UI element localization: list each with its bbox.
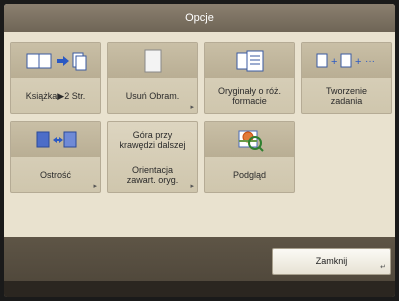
tile-label: Orientacja zawart. oryg.	[126, 164, 179, 185]
window-title: Opcje	[4, 4, 395, 32]
svg-text:···: ···	[365, 56, 375, 67]
tile-sharpness[interactable]: Ostrość ▸	[10, 121, 101, 193]
tile-label: Ostrość	[39, 169, 71, 180]
tile-label: Oryginały o róż. formacie	[217, 85, 282, 106]
preview-icon	[205, 122, 294, 157]
tile-status-text: Góra przy krawędzi dalszej	[119, 129, 186, 150]
sharpness-icon	[11, 122, 100, 157]
submenu-marker-icon: ▸	[93, 183, 97, 190]
book-to-two-pages-icon	[11, 43, 100, 78]
tile-erase-frame[interactable]: Usuń Obram. ▸	[107, 42, 198, 114]
close-button-label: Zamknij	[315, 256, 348, 266]
svg-text:+: +	[355, 56, 361, 68]
job-build-icon: + + ···	[302, 43, 391, 78]
tile-job-build[interactable]: + + ··· Tworzenie zadania	[301, 42, 392, 114]
submenu-marker-icon: ▸	[190, 104, 194, 111]
tile-label: Usuń Obram.	[125, 90, 180, 101]
tile-label: Tworzenie zadania	[325, 85, 368, 106]
tile-original-orientation[interactable]: Góra przy krawędzi dalszej Orientacja za…	[107, 121, 198, 193]
tile-book-to-two-pages[interactable]: Książka▶2 Str.	[10, 42, 101, 114]
svg-text:+: +	[331, 56, 337, 68]
tile-label: Podgląd	[232, 169, 267, 180]
enter-corner-icon: ↵	[380, 264, 386, 271]
submenu-marker-icon: ▸	[190, 183, 194, 190]
erase-frame-icon	[108, 43, 197, 78]
screen: Opcje Książka▶2 Str. Usuń Obram. ▸ Orygi…	[4, 4, 395, 297]
tile-label: Książka▶2 Str.	[25, 90, 86, 101]
tile-preview[interactable]: Podgląd	[204, 121, 295, 193]
tile-different-size-originals[interactable]: Oryginały o róż. formacie	[204, 42, 295, 114]
bottom-strip	[4, 281, 395, 297]
close-button[interactable]: Zamknij ↵	[272, 248, 391, 275]
options-grid: Książka▶2 Str. Usuń Obram. ▸ Oryginały o…	[10, 42, 392, 193]
different-size-originals-icon	[205, 43, 294, 78]
